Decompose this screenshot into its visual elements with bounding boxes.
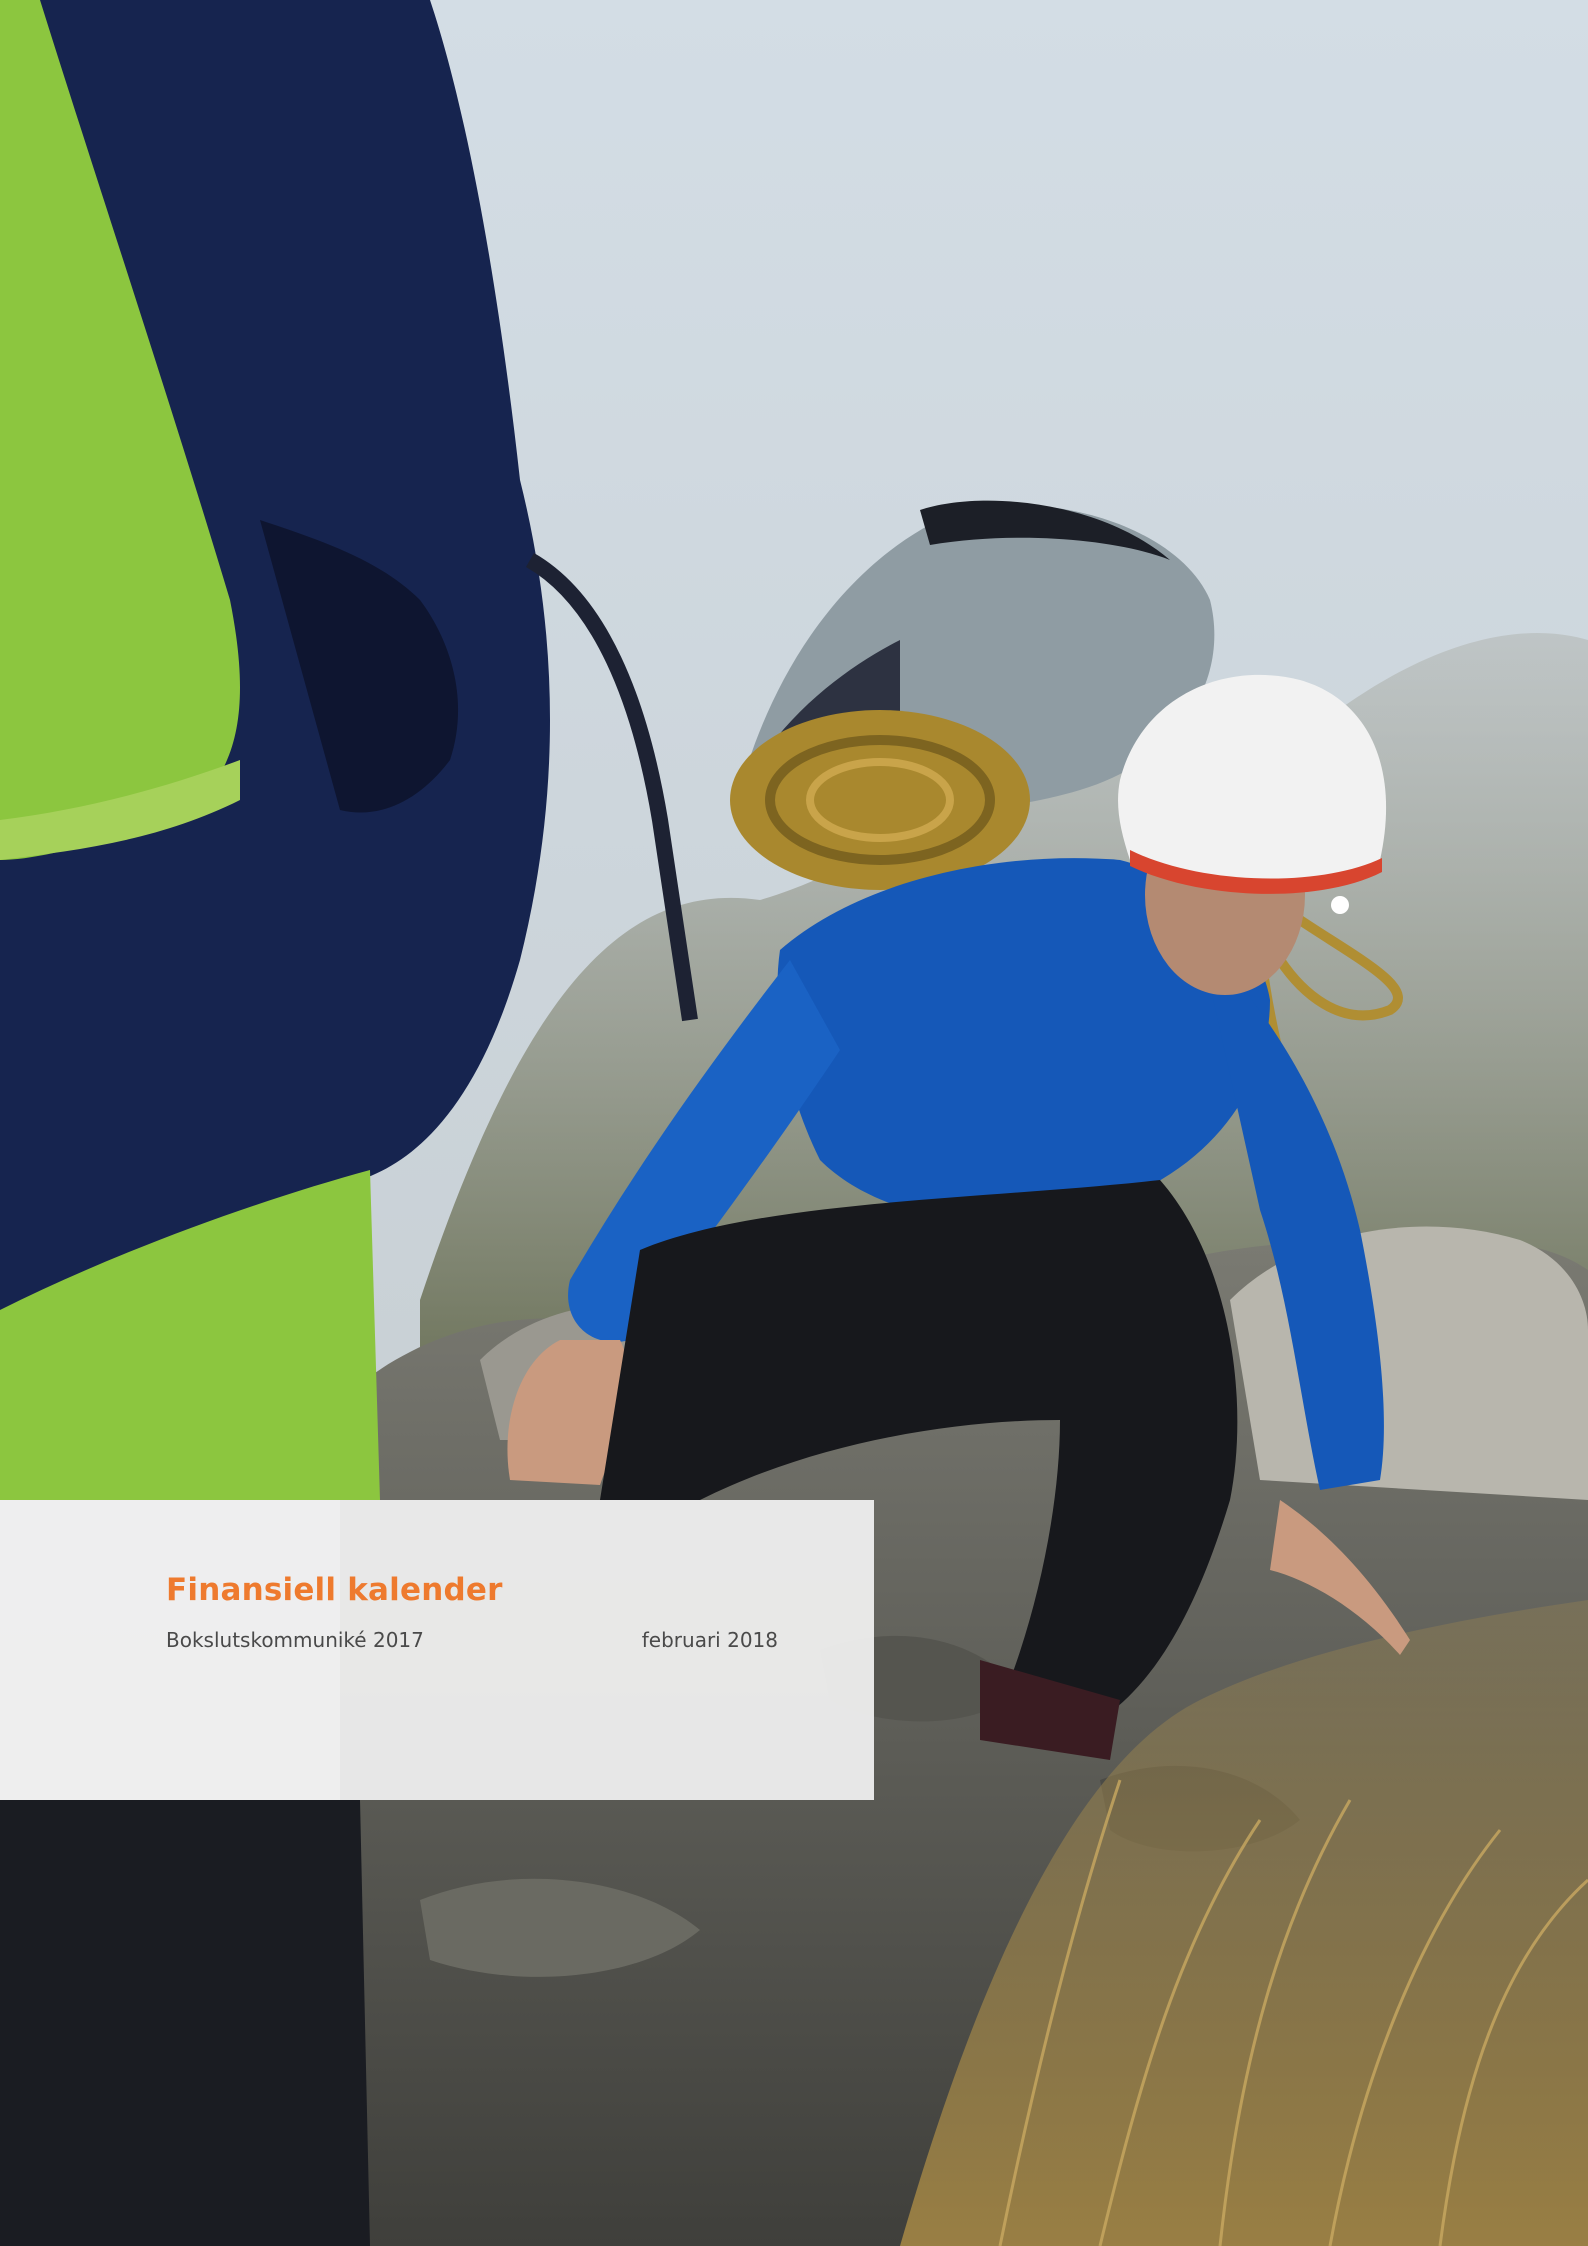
financial-calendar-panel: Finansiell kalender Bokslutskommuniké 20…: [0, 1500, 874, 1800]
event-date: februari 2018: [641, 1628, 778, 1652]
page: Finansiell kalender Bokslutskommuniké 20…: [0, 0, 1588, 2246]
calendar-title: Finansiell kalender: [166, 1572, 503, 1608]
event-name: Bokslutskommuniké 2017: [166, 1628, 424, 1652]
calendar-event-row: Bokslutskommuniké 2017 februari 2018: [166, 1628, 778, 1658]
climber-photo: [0, 0, 1588, 2246]
